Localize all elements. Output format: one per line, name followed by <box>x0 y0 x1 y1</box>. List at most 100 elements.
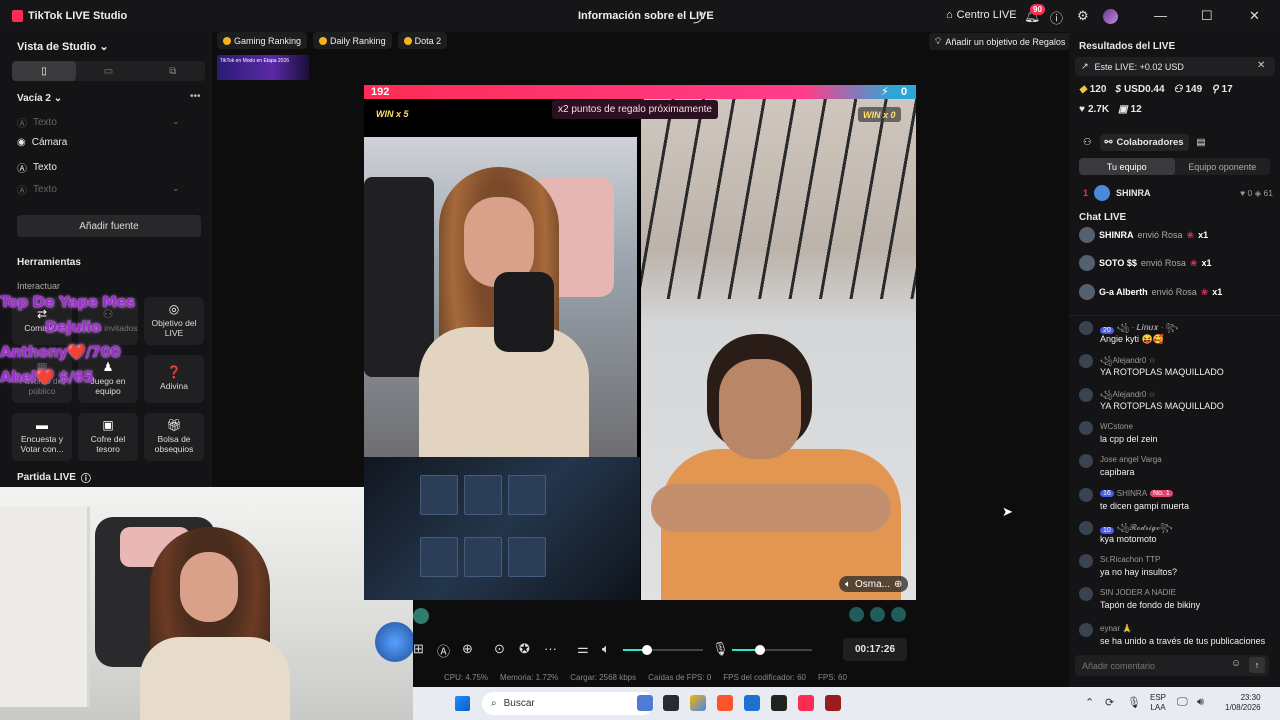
gift-count: x1 <box>1198 230 1209 240</box>
tab-opponent-team[interactable]: Equipo oponente <box>1175 158 1271 175</box>
effects-icon[interactable]: ✪ <box>519 641 530 657</box>
home-icon: ⌂ <box>946 9 953 21</box>
tool-poll[interactable]: ▬ Encuesta y Votar con... <box>12 413 72 461</box>
person-icon[interactable]: ⚇ <box>1083 137 1092 148</box>
tiktok-icon[interactable] <box>798 695 814 711</box>
tool-commission[interactable]: ⇄ Comisión <box>12 297 72 345</box>
volume-icon[interactable]: 🔈︎ <box>602 641 610 657</box>
taskbar-search[interactable]: ⌕ Buscar <box>482 692 654 715</box>
gift-user: SHINRA <box>1099 230 1134 240</box>
settings-sliders-icon[interactable]: ⚌ <box>577 641 589 657</box>
portrait-icon[interactable]: ▯ <box>12 61 77 81</box>
streamer-face <box>180 552 238 622</box>
guests-icon: ⚇ <box>102 307 114 321</box>
goal-label: Añadir un objetivo de Regalos <box>945 36 1066 47</box>
chat-text: YA ROTOPLAS MAQUILLADO <box>1100 401 1224 411</box>
taskbar-app-icon[interactable] <box>663 695 679 711</box>
chevron-up-icon[interactable]: ⌃ <box>1085 696 1094 709</box>
tool-goal[interactable]: ◎ Objetivo del LIVE <box>144 297 204 345</box>
clock[interactable]: 23:30 1/08/2026 <box>1225 693 1261 713</box>
right-panel: Resultados del LIVE ↗ Este LIVE: +0.02 U… <box>1069 32 1280 687</box>
ai-icon[interactable]: Ⓐ <box>437 641 450 660</box>
chat-username: SIN JODER A NADIE <box>1100 588 1177 597</box>
gift-slots <box>849 607 906 622</box>
speaker-icon[interactable]: 🔊︎ <box>1197 696 1204 709</box>
tab-your-team[interactable]: Tu equipo <box>1079 158 1175 175</box>
gift-slot-icon[interactable] <box>870 607 885 622</box>
gift-slot-icon[interactable] <box>891 607 906 622</box>
more-icon[interactable]: ••• <box>190 91 201 102</box>
live-match-title[interactable]: Partida LIVE ⓘ <box>17 470 91 485</box>
chevron-down-icon[interactable]: ⌄ <box>172 116 180 127</box>
store-icon[interactable] <box>744 695 760 711</box>
team-game-icon: ♟ <box>102 360 114 374</box>
layout-icon[interactable]: ⊞ <box>413 641 424 657</box>
dota-icon[interactable] <box>825 695 841 711</box>
task-view-icon[interactable] <box>637 695 653 711</box>
record-icon[interactable]: ⊙ <box>494 641 505 657</box>
collaborators-tab[interactable]: ⚯ Colaboradores <box>1099 134 1189 151</box>
volume-knob[interactable] <box>642 645 652 655</box>
chip-dota[interactable]: Dota 2 <box>397 32 448 49</box>
opponent-video <box>641 99 916 600</box>
mic-knob[interactable] <box>755 645 765 655</box>
comment-input[interactable]: Añadir comentario ☺ ↑ <box>1075 655 1269 676</box>
layers-icon[interactable]: ⧉ <box>141 61 205 81</box>
network-icon[interactable]: 🖵︎ <box>1177 696 1188 709</box>
chat-username: Jose angel Varga <box>1100 455 1162 464</box>
gear-icon[interactable]: ⚙ <box>1077 8 1089 24</box>
tool-label: Bolsa de obsequios <box>154 434 194 454</box>
send-icon[interactable]: ↑ <box>1249 657 1265 673</box>
live-center-button[interactable]: ⌂ Centro LIVE <box>946 9 1017 21</box>
avatar[interactable] <box>1103 9 1118 24</box>
tool-gift-bag[interactable]: 🎁︎ Bolsa de obsequios <box>144 413 204 461</box>
share-icon[interactable]: ⤴ <box>693 9 705 26</box>
add-scene-icon[interactable]: ⊕ <box>462 641 473 657</box>
emoji-icon[interactable]: ☺ <box>1231 658 1241 669</box>
mic-icon[interactable]: 🎙︎ <box>1127 696 1141 709</box>
close-icon[interactable]: ✕ <box>1257 60 1265 71</box>
minimize-icon[interactable]: — <box>1154 8 1167 23</box>
source-item[interactable]: Ⓐ Texto <box>17 160 57 175</box>
more-icon[interactable]: ··· <box>544 641 557 656</box>
source-item[interactable]: ◉ Cámara <box>17 137 67 148</box>
add-source-button[interactable]: Añadir fuente <box>17 215 201 237</box>
scene-dropdown[interactable]: Vacía 2 ⌄ <box>17 93 62 104</box>
upload-stat: Cargar: 2568 kbps <box>570 673 637 682</box>
close-icon[interactable]: ✕ <box>1249 8 1260 24</box>
help-icon[interactable]: ⓘ <box>1050 8 1063 27</box>
windows-start-icon[interactable] <box>455 696 470 711</box>
obs-icon[interactable] <box>771 695 787 711</box>
tool-favorite[interactable]: ▦ Favorito del público <box>12 355 72 403</box>
studio-view-dropdown[interactable]: Vista de Studio ⌄ <box>17 40 109 53</box>
windows-taskbar: ⌕ Buscar ⌃ ⟳ 🎙︎ ESP LAA 🖵︎ 🔊︎ 23:30 1/08/20… <box>413 687 1280 720</box>
tool-guests[interactable]: ⚇ Varias invitados <box>78 297 138 345</box>
tool-guess[interactable]: ❓ Adivina <box>144 355 204 403</box>
sync-icon[interactable]: ⟳ <box>1105 696 1114 709</box>
landscape-icon[interactable]: ▭ <box>76 61 140 81</box>
ranking-row[interactable]: 1 SHINRA ♥ 0 ◈ 61 <box>1083 185 1273 201</box>
guest-avatar[interactable] <box>413 608 429 624</box>
mic-icon[interactable]: 🎙︎ <box>712 641 729 657</box>
volume-slider[interactable] <box>623 645 703 655</box>
tool-team-game[interactable]: ♟ Juego en equipo <box>78 355 138 403</box>
list-icon[interactable]: ▤ <box>1197 137 1206 148</box>
chevron-down-icon[interactable]: ⌄ <box>172 183 180 194</box>
metrics-row: ◆ 120 $ USD0.44 ⚇ 149 ⚲ 17 <box>1079 84 1233 95</box>
brave-icon[interactable] <box>717 695 733 711</box>
opponent-name-pill[interactable]: 🔈︎ Osma... ⊕ <box>839 576 909 592</box>
mic-slider[interactable] <box>732 645 812 655</box>
event-thumbnail[interactable]: TikTok en Modo en Etapa 2026 <box>217 55 309 80</box>
language-indicator[interactable]: ESP LAA <box>1150 693 1166 713</box>
source-item[interactable]: Ⓐ Texto <box>17 182 57 197</box>
copilot-icon[interactable] <box>690 695 706 711</box>
chip-daily-ranking[interactable]: Daily Ranking <box>313 32 392 49</box>
tiktok-logo-icon <box>12 10 23 22</box>
tool-treasure[interactable]: ▣ Cofre del tesoro <box>78 413 138 461</box>
add-gift-goal-button[interactable]: 💡︎ Añadir un objetivo de Regalos <box>929 33 1072 50</box>
chip-gaming-ranking[interactable]: Gaming Ranking <box>217 32 308 49</box>
source-item[interactable]: Ⓐ Texto <box>17 115 57 130</box>
maximize-icon[interactable]: ☐ <box>1201 8 1213 24</box>
avatar <box>1079 388 1093 402</box>
gift-slot-icon[interactable] <box>849 607 864 622</box>
